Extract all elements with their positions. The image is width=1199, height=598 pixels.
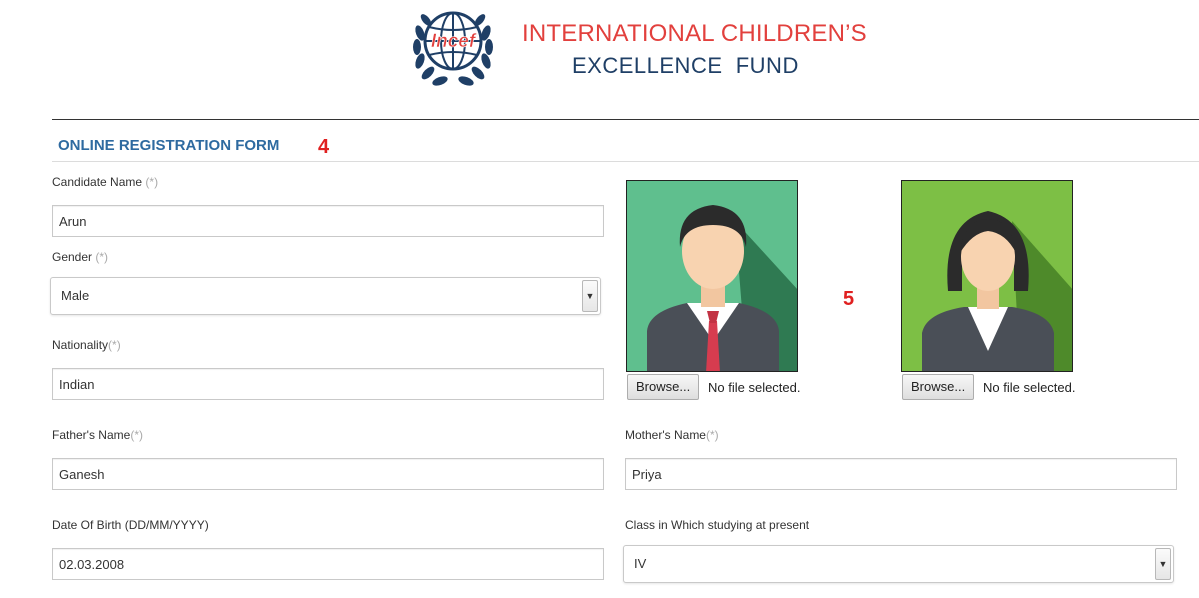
org-name-line2: EXCELLENCE FUND bbox=[572, 53, 799, 78]
fathers-name-label: Father's Name(*) bbox=[52, 428, 143, 442]
nationality-label: Nationality(*) bbox=[52, 338, 121, 352]
gender-label-text: Gender bbox=[52, 250, 93, 264]
candidate-name-label: Candidate Name (*) bbox=[52, 175, 158, 189]
dob-input[interactable] bbox=[52, 548, 604, 580]
female-photo-browse-button[interactable]: Browse... bbox=[902, 374, 975, 400]
org-name-line1: INTERNATIONAL CHILDREN’S bbox=[522, 20, 867, 47]
required-mark: (*) bbox=[108, 338, 121, 352]
form-title: ONLINE REGISTRATION FORM bbox=[58, 137, 280, 154]
female-avatar-icon bbox=[922, 211, 1072, 371]
nationality-input[interactable] bbox=[52, 368, 604, 400]
candidate-name-label-text: Candidate Name bbox=[52, 175, 143, 189]
required-mark: (*) bbox=[705, 428, 719, 442]
class-select-value: IV bbox=[634, 556, 647, 571]
dob-label: Date Of Birth (DD/MM/YYYY) bbox=[52, 518, 209, 532]
required-mark: (*) bbox=[145, 175, 159, 189]
class-select[interactable]: IV ▼ bbox=[623, 545, 1174, 583]
incef-logo: Incef bbox=[410, 3, 496, 89]
fathers-name-input[interactable] bbox=[52, 458, 604, 490]
female-photo-file-status: No file selected. bbox=[983, 380, 1076, 395]
title-divider bbox=[52, 161, 1199, 162]
required-mark: (*) bbox=[95, 250, 109, 264]
chevron-down-icon[interactable]: ▼ bbox=[582, 280, 598, 312]
class-label: Class in Which studying at present bbox=[625, 518, 810, 532]
male-avatar-icon bbox=[647, 205, 797, 371]
male-photo-file-status: No file selected. bbox=[708, 380, 801, 395]
annotation-marker-4: 4 bbox=[318, 136, 330, 158]
male-photo-preview bbox=[626, 180, 798, 372]
gender-select-value: Male bbox=[61, 288, 90, 303]
gender-select[interactable]: Male ▼ bbox=[50, 277, 601, 315]
male-photo-browse-button[interactable]: Browse... bbox=[627, 374, 700, 400]
nationality-label-text: Nationality bbox=[52, 338, 109, 352]
required-mark: (*) bbox=[130, 428, 143, 442]
fathers-name-label-text: Father's Name bbox=[52, 428, 131, 442]
mothers-name-label: Mother's Name(*) bbox=[625, 428, 719, 442]
annotation-marker-5: 5 bbox=[843, 288, 855, 310]
logo-text: Incef bbox=[431, 31, 477, 52]
candidate-name-input[interactable] bbox=[52, 205, 604, 237]
female-photo-preview bbox=[901, 180, 1073, 372]
mothers-name-input[interactable] bbox=[625, 458, 1177, 490]
chevron-down-icon[interactable]: ▼ bbox=[1155, 548, 1171, 580]
header-divider bbox=[52, 119, 1199, 120]
mothers-name-label-text: Mother's Name bbox=[625, 428, 706, 442]
gender-label: Gender (*) bbox=[52, 250, 108, 264]
